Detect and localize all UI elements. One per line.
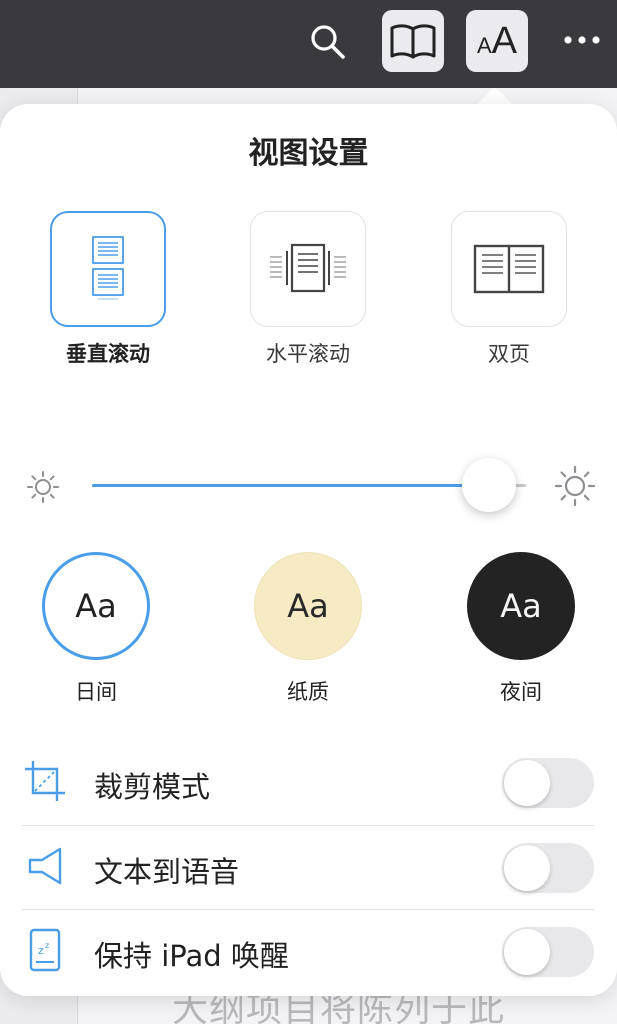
text-to-speech-row: 文本到语音 (22, 827, 594, 911)
theme-paper-button[interactable]: Aa (254, 552, 362, 660)
theme-day-sample: Aa (75, 587, 117, 625)
theme-paper-sample: Aa (287, 587, 329, 625)
book-icon (390, 24, 436, 59)
sun-large-icon (554, 465, 596, 507)
brightness-slider-track[interactable] (92, 484, 526, 487)
layout-vertical-scroll-button[interactable] (50, 211, 166, 327)
top-toolbar: AA (0, 0, 617, 88)
keep-awake-label: 保持 iPad 唤醒 (94, 939, 289, 973)
brightness-slider-thumb[interactable] (462, 458, 516, 512)
svg-text:z: z (38, 944, 44, 957)
vertical-scroll-icon (92, 236, 124, 300)
layout-two-page-label: 双页 (488, 342, 530, 366)
toggle-knob (504, 845, 550, 891)
crop-mode-toggle[interactable] (502, 758, 594, 808)
theme-day-button[interactable]: Aa (42, 552, 150, 660)
view-settings-button[interactable]: AA (466, 10, 528, 72)
layout-horizontal-scroll-label: 水平滚动 (266, 342, 350, 366)
row-divider (22, 825, 594, 826)
keep-awake-toggle[interactable] (502, 927, 594, 977)
toggle-knob (504, 760, 550, 806)
layout-horizontal-scroll-button[interactable] (250, 211, 366, 327)
sun-small-icon (27, 471, 59, 503)
toggle-knob (504, 929, 550, 975)
more-button[interactable] (556, 20, 608, 60)
theme-paper-label: 纸质 (287, 680, 329, 704)
crop-mode-label: 裁剪模式 (94, 770, 211, 804)
speaker-icon-wrap (22, 843, 68, 889)
theme-night-sample: Aa (500, 587, 542, 625)
brightness-slider-fill (92, 484, 492, 487)
text-to-speech-label: 文本到语音 (94, 855, 240, 889)
sleep-icon: z z (29, 928, 61, 972)
row-divider (22, 909, 594, 910)
search-icon (311, 25, 345, 59)
crop-icon (25, 761, 65, 801)
theme-night-label: 夜间 (500, 680, 542, 704)
layout-two-page-button[interactable] (451, 211, 567, 327)
search-button[interactable] (302, 16, 354, 68)
crop-icon-wrap (22, 758, 68, 804)
layout-vertical-scroll-label: 垂直滚动 (66, 342, 150, 366)
speaker-icon (28, 847, 62, 885)
text-to-speech-toggle[interactable] (502, 843, 594, 893)
crop-mode-row: 裁剪模式 (22, 742, 594, 826)
theme-night-button[interactable]: Aa (467, 552, 575, 660)
theme-day-label: 日间 (75, 680, 117, 704)
outline-button[interactable] (382, 10, 444, 72)
font-size-icon: AA (476, 19, 518, 62)
popover-title: 视图设置 (248, 136, 369, 171)
sleep-icon-wrap: z z (22, 927, 68, 973)
more-icon (564, 36, 600, 44)
keep-awake-row: z z 保持 iPad 唤醒 (22, 911, 594, 995)
two-page-icon (473, 244, 545, 294)
svg-text:z: z (45, 941, 49, 950)
horizontal-scroll-icon (270, 243, 346, 293)
